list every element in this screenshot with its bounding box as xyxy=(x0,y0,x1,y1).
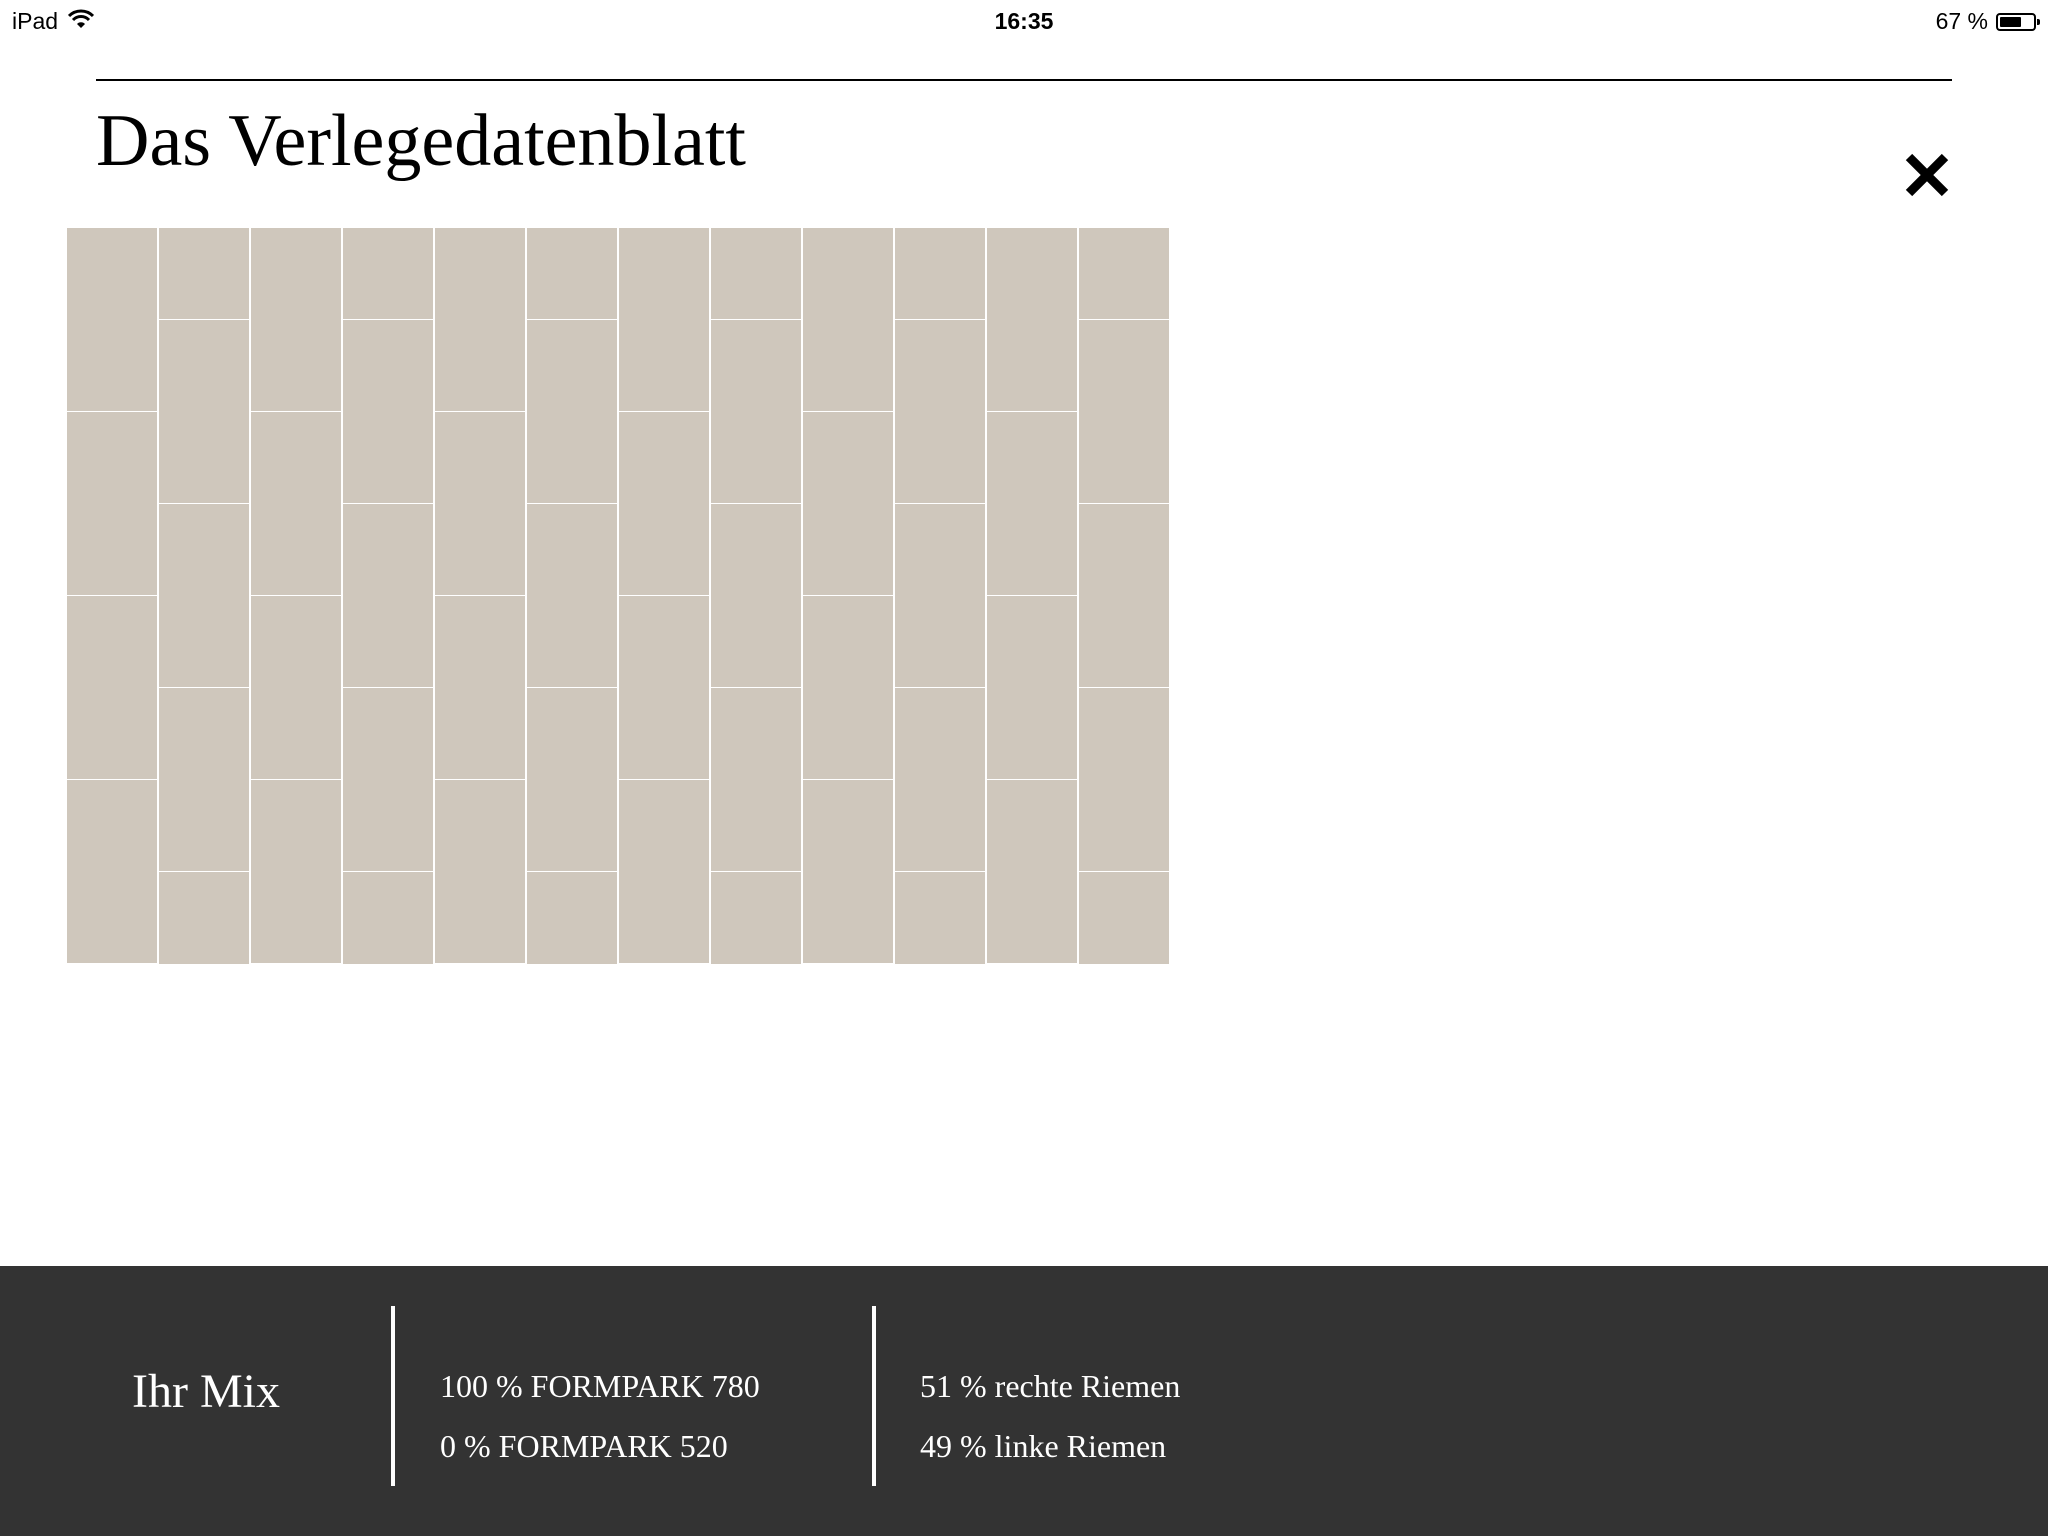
mix-label: Ihr Mix xyxy=(132,1365,280,1418)
footer-divider xyxy=(391,1306,395,1486)
header-divider xyxy=(96,79,1952,81)
status-bar: iPad 16:35 67 % xyxy=(0,0,2048,40)
product-share-2: 0 % FORMPARK 520 xyxy=(440,1428,728,1464)
page-title: Das Verlegedatenblatt xyxy=(96,100,746,182)
product-share-1: 100 % FORMPARK 780 xyxy=(440,1368,760,1404)
tile-vertical xyxy=(66,228,158,412)
strip-share-left: 49 % linke Riemen xyxy=(920,1428,1167,1464)
close-button[interactable] xyxy=(1900,148,1954,202)
tile-vertical xyxy=(526,228,618,320)
tile-vertical xyxy=(802,228,894,412)
tile-vertical xyxy=(342,228,434,320)
laying-pattern-preview xyxy=(66,228,1170,964)
tile-vertical xyxy=(250,228,342,412)
tile-vertical xyxy=(158,228,250,320)
tile-vertical xyxy=(986,228,1078,412)
tile-vertical xyxy=(710,228,802,320)
strip-share-right: 51 % rechte Riemen xyxy=(920,1368,1181,1404)
status-bar-right: 67 % xyxy=(1935,8,2040,35)
tile-vertical xyxy=(894,228,986,320)
tile-vertical xyxy=(1078,228,1170,320)
battery-icon xyxy=(1996,12,2040,31)
footer-divider xyxy=(872,1306,876,1486)
mix-footer: Ihr Mix 100 % FORMPARK 780 0 % FORMPARK … xyxy=(0,1266,2048,1536)
status-time: 16:35 xyxy=(994,8,1054,34)
battery-percentage: 67 % xyxy=(1935,8,1988,34)
tile-vertical xyxy=(618,228,710,412)
tile-vertical xyxy=(434,228,526,412)
close-icon xyxy=(1905,153,1949,197)
